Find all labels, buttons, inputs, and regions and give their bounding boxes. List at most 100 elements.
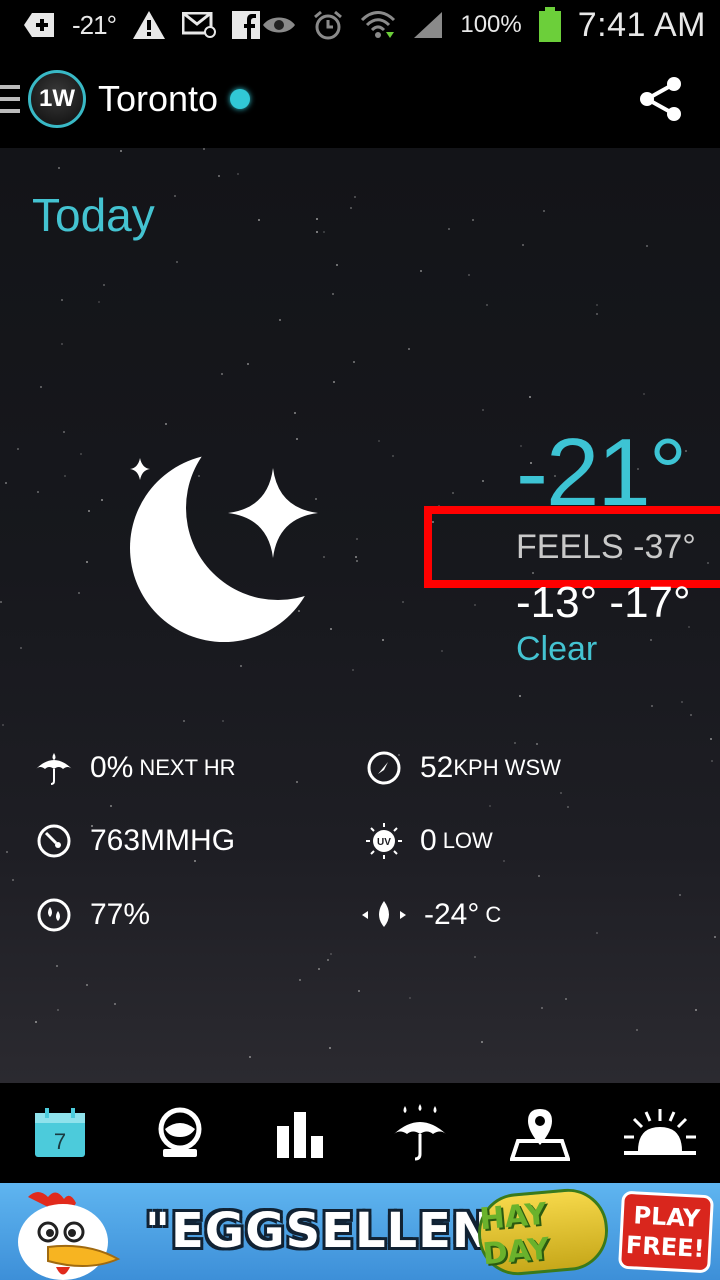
star <box>353 361 355 363</box>
plus-cross-icon <box>22 11 56 39</box>
star <box>40 386 42 388</box>
star <box>329 1047 331 1049</box>
star <box>221 373 223 375</box>
app-header: 1W Toronto <box>0 50 720 148</box>
warning-icon <box>132 10 166 40</box>
star <box>78 592 80 594</box>
star <box>482 480 484 482</box>
star <box>472 219 474 221</box>
calendar-icon[interactable]: 7 <box>20 1093 100 1173</box>
star <box>356 560 358 562</box>
star <box>6 851 8 853</box>
city-name[interactable]: Toronto <box>98 78 218 120</box>
pressure-detail: 763MMHG <box>34 821 235 861</box>
star <box>354 196 356 198</box>
chicken-mascot-icon <box>8 1187 128 1280</box>
star <box>20 647 22 649</box>
star <box>103 284 105 286</box>
star <box>448 228 450 230</box>
ad-play-free-button[interactable]: PLAY FREE! <box>618 1190 714 1274</box>
star <box>519 695 521 697</box>
star <box>37 491 39 493</box>
status-time: 7:41 AM <box>577 5 706 44</box>
ad-banner[interactable]: "EGGSELLENT" HAY DAY PLAY FREE! <box>0 1183 720 1280</box>
dewpoint-value: -24° <box>424 898 480 931</box>
star <box>681 701 683 703</box>
star <box>174 195 176 197</box>
star <box>378 440 380 442</box>
star <box>596 313 598 315</box>
star <box>538 875 540 877</box>
umbrella-rain-icon[interactable] <box>380 1093 460 1173</box>
star <box>392 455 394 457</box>
star <box>64 475 66 477</box>
location-dot-icon <box>230 89 251 109</box>
star <box>237 173 239 175</box>
star <box>86 984 88 986</box>
dewpoint-detail: -24° C <box>360 895 501 935</box>
sunrise-icon[interactable] <box>620 1093 700 1173</box>
star <box>240 665 242 667</box>
app-logo[interactable]: 1W <box>28 70 86 128</box>
wind-detail: 52 KPH WSW <box>364 748 561 788</box>
star <box>318 968 320 970</box>
star <box>474 604 476 606</box>
star <box>316 218 318 220</box>
star <box>352 669 354 671</box>
star <box>596 304 598 306</box>
star <box>35 1021 37 1023</box>
star <box>80 453 82 455</box>
star <box>247 363 249 365</box>
star <box>636 1029 638 1031</box>
star <box>643 393 645 395</box>
map-pin-icon[interactable] <box>500 1093 580 1173</box>
star <box>420 270 422 272</box>
star <box>355 556 357 558</box>
star <box>336 264 338 266</box>
ad-brand-logo: HAY DAY <box>474 1185 612 1279</box>
star <box>489 805 491 807</box>
star <box>543 210 545 212</box>
condition-text: Clear <box>516 630 598 668</box>
battery-icon <box>538 7 562 43</box>
star <box>565 998 567 1000</box>
status-temp: -21° <box>72 9 117 40</box>
star <box>651 705 653 707</box>
star <box>17 448 19 450</box>
star <box>536 743 538 745</box>
star <box>441 650 443 652</box>
star <box>350 207 352 209</box>
signal-icon <box>412 10 444 40</box>
star <box>402 601 404 603</box>
star <box>382 639 384 641</box>
star <box>690 714 692 716</box>
star <box>56 965 58 967</box>
uv-sun-icon: UV <box>364 821 404 861</box>
wind-icon <box>364 748 404 788</box>
star <box>710 738 712 740</box>
uv-detail: UV 0 LOW <box>364 821 493 861</box>
star <box>222 720 224 722</box>
uv-value: 0 <box>420 824 437 857</box>
star <box>474 956 476 958</box>
menu-icon[interactable] <box>0 85 20 113</box>
star <box>408 348 410 350</box>
star <box>2 724 4 726</box>
star <box>486 304 488 306</box>
star <box>58 167 60 169</box>
star <box>541 1007 543 1009</box>
star <box>110 805 112 807</box>
umbrella-drop-icon <box>34 748 74 788</box>
star <box>114 1003 116 1005</box>
dewpoint-unit: C <box>485 902 502 927</box>
wifi-icon <box>360 10 396 40</box>
share-icon[interactable] <box>638 76 684 127</box>
bar-chart-icon[interactable] <box>260 1093 340 1173</box>
humidity-icon <box>34 895 74 935</box>
day-label[interactable]: Today <box>32 188 155 242</box>
precip-detail: 0% NEXT HR <box>34 748 236 788</box>
globe-icon[interactable] <box>140 1093 220 1173</box>
star <box>279 319 281 321</box>
logo-text: 1W <box>39 85 75 112</box>
dewpoint-icon <box>360 895 408 935</box>
